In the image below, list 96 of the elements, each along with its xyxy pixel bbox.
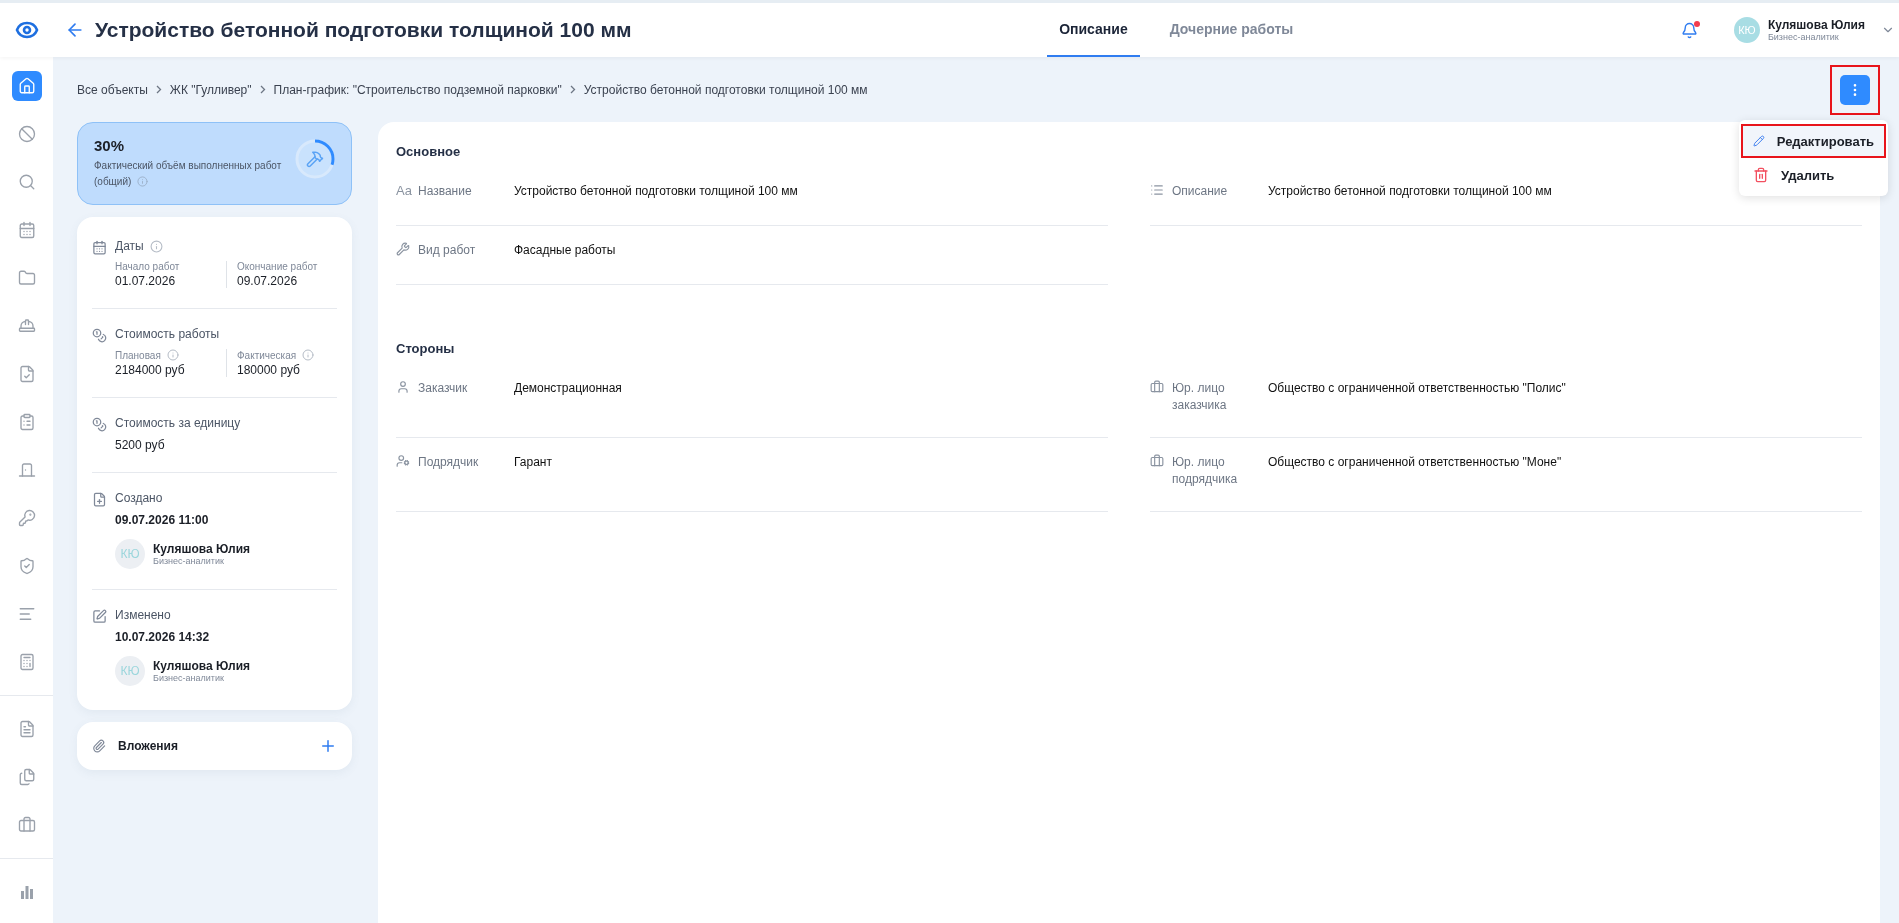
- pencil-icon: [1753, 133, 1765, 149]
- section-title: Даты: [115, 239, 144, 253]
- wrench-icon: [396, 242, 410, 256]
- briefcase-icon: [1150, 453, 1164, 468]
- field-label: Юр. лицо подрядчика: [1172, 453, 1239, 489]
- field-value: Общество с ограниченной ответственностью "Моне": [1268, 453, 1562, 471]
- field-value: Гарант: [514, 453, 552, 471]
- field-value: Общество с ограниченной ответственностью "Полис": [1268, 380, 1566, 397]
- section-title: Стоимость за единицу: [115, 416, 241, 430]
- user-avatar: КЮ: [115, 656, 145, 686]
- bell-icon[interactable]: [1680, 21, 1698, 39]
- chevron-right-icon: [569, 85, 576, 94]
- calendar-icon: [92, 240, 107, 255]
- field-label: Описание: [1172, 183, 1229, 200]
- info-icon[interactable]: [302, 349, 315, 361]
- section-title: Стоимость работы: [115, 327, 220, 341]
- menu-item[interactable]: Редактировать: [1741, 124, 1886, 158]
- field-value: Демонстрационная: [514, 380, 622, 397]
- edit-icon: [92, 609, 107, 624]
- field-label: Заказчик: [418, 380, 469, 397]
- coins-icon: [92, 417, 107, 432]
- field-label: Окончание работ: [237, 261, 318, 272]
- chevron-right-icon: [155, 85, 162, 94]
- paperclip-icon: [92, 739, 106, 753]
- add-button[interactable]: [319, 737, 337, 755]
- document-icon: [17, 720, 36, 738]
- breadcrumb-link[interactable]: Устройство бетонной подготовки толщиной 100 мм: [583, 82, 868, 97]
- user-name: Куляшова Юлия: [1767, 18, 1865, 32]
- calendar-icon: [17, 221, 36, 239]
- field-label: Начало работ: [115, 261, 180, 272]
- field-label: Плановая: [115, 349, 161, 361]
- field-value: Устройство бетонной подготовки толщиной 100 мм: [514, 183, 798, 200]
- progress-label: Фактический объём выполненных работ (общий): [94, 159, 283, 189]
- bars-icon: [17, 605, 36, 623]
- file-check-icon: [17, 365, 36, 383]
- hard-hat-icon: [17, 317, 36, 335]
- field-label: Фактическая: [237, 349, 297, 361]
- field-value: 5200 руб: [115, 438, 166, 452]
- user-role: Бизнес-аналитик: [153, 556, 225, 566]
- section-title: Создано: [115, 491, 163, 505]
- field-value: Фасадные работы: [514, 242, 616, 259]
- page-title: Устройство бетонной подготовки толщиной 100 мм: [95, 18, 632, 42]
- shield-check-icon: [17, 557, 36, 575]
- user-avatar: КЮ: [115, 539, 145, 569]
- section-title: Стороны: [396, 341, 455, 356]
- field-label: Вид работ: [418, 242, 477, 259]
- breadcrumb-link[interactable]: Все объекты: [77, 82, 148, 97]
- door-icon: [17, 461, 36, 479]
- user-role: Бизнес-аналитик: [1767, 32, 1840, 42]
- briefcase-icon: [17, 816, 36, 834]
- user-avatar: КЮ: [1733, 17, 1760, 43]
- folder-icon: [17, 269, 36, 287]
- field-label: Подрядчик: [418, 453, 480, 471]
- coins-icon: [92, 328, 107, 343]
- sidebar-item[interactable]: [11, 71, 42, 101]
- hammer-icon: [307, 152, 323, 167]
- calculator-icon: [17, 653, 36, 671]
- field-value: 09.07.2026: [237, 274, 299, 288]
- documents-icon: [17, 768, 36, 786]
- list-icon: [1150, 183, 1164, 197]
- tab[interactable]: Описание: [1047, 3, 1140, 57]
- briefcase-icon: [1150, 380, 1164, 394]
- clipboard-icon: [17, 413, 36, 431]
- more-button[interactable]: [1840, 74, 1870, 105]
- section-title: Основное: [396, 144, 461, 159]
- progress-value: 30%: [94, 137, 126, 154]
- key-icon: [17, 509, 36, 527]
- field-value: 01.07.2026: [115, 274, 177, 288]
- field-value: 2184000 руб: [115, 363, 186, 377]
- home-icon: [17, 77, 36, 95]
- user-name: Куляшова Юлия: [153, 542, 251, 556]
- bar-chart-icon: [18, 884, 35, 900]
- file-plus-icon: [92, 492, 107, 507]
- info-icon[interactable]: [137, 176, 149, 187]
- attachments-label: Вложения: [118, 739, 179, 753]
- field-label: Название: [418, 183, 473, 200]
- trash-icon: [1753, 167, 1769, 183]
- info-icon[interactable]: [149, 239, 163, 253]
- section-title: Изменено: [115, 608, 171, 622]
- text-type-icon: Aa: [396, 183, 412, 198]
- field-value: Устройство бетонной подготовки толщиной 100 мм: [1268, 183, 1552, 200]
- search-icon: [17, 173, 36, 191]
- prohibited-icon: [17, 125, 36, 143]
- breadcrumb-link[interactable]: ЖК "Гулливер": [169, 82, 252, 97]
- user-name: Куляшова Юлия: [153, 659, 251, 673]
- user-role: Бизнес-аналитик: [153, 673, 225, 683]
- tab[interactable]: Дочерние работы: [1157, 3, 1306, 57]
- person-icon: [396, 380, 410, 394]
- field-value: 180000 руб: [237, 363, 301, 377]
- breadcrumb-link[interactable]: План-график: "Строительство подземной парковки": [273, 82, 562, 97]
- field-label: Юр. лицо заказчика: [1172, 380, 1228, 415]
- field-value: 10.07.2026 14:32: [115, 630, 211, 644]
- info-icon[interactable]: [166, 349, 179, 361]
- plus-icon: [319, 737, 337, 755]
- chevron-right-icon: [259, 85, 266, 94]
- field-value: 09.07.2026 11:00: [115, 513, 210, 527]
